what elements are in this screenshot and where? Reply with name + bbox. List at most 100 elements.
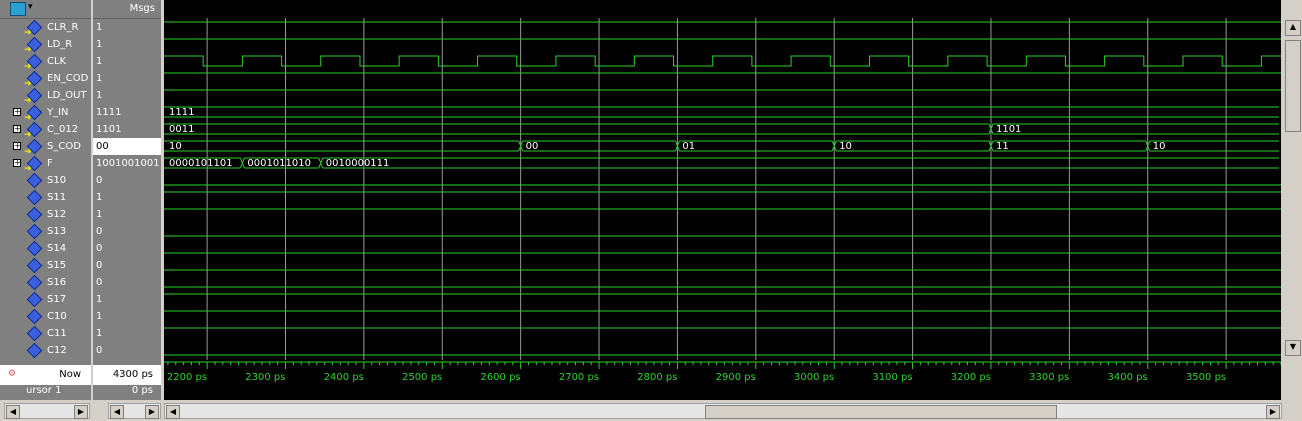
signal-row-s14[interactable]: S14 xyxy=(0,240,91,257)
names-horizontal-scrollbar[interactable]: ◀ ▶ xyxy=(4,403,90,419)
bus-value-label: 0000101101 xyxy=(169,158,233,169)
signal-value-row-ld_out[interactable]: 1 xyxy=(93,87,161,104)
values-header: Msgs xyxy=(93,0,161,19)
signal-value-row-ld_r[interactable]: 1 xyxy=(93,36,161,53)
signal-row-c10[interactable]: C10 xyxy=(0,308,91,325)
signal-value-row-clr_r[interactable]: 1 xyxy=(93,19,161,36)
signal-value-row-s15[interactable]: 0 xyxy=(93,257,161,274)
expand-icon[interactable]: + xyxy=(13,125,21,133)
signal-value: 0 xyxy=(96,345,103,356)
signal-value-row-s12[interactable]: 1 xyxy=(93,206,161,223)
signal-row-f[interactable]: + ➜ F xyxy=(0,155,91,174)
scroll-right-icon[interactable]: ▶ xyxy=(145,405,159,419)
scroll-right-icon[interactable]: ▶ xyxy=(74,405,88,419)
signal-value: 1 xyxy=(96,311,103,322)
signal-value-row-s_cod[interactable]: 00 xyxy=(93,138,161,155)
vertical-scroll-thumb[interactable] xyxy=(1285,40,1301,132)
timeline-ruler[interactable]: 2200 ps 2300 ps 2400 ps 2500 ps 2600 ps 2700 … xyxy=(164,360,1282,400)
cursor-label[interactable]: ursor 1 xyxy=(26,385,61,396)
scroll-left-icon[interactable]: ◀ xyxy=(110,405,124,419)
bus-value-label: 0001011010 xyxy=(247,158,311,169)
signal-row-c12[interactable]: C12 xyxy=(0,342,91,359)
signal-row-s13[interactable]: S13 xyxy=(0,223,91,240)
expand-icon[interactable]: + xyxy=(13,142,21,150)
bus-segment-s_cod: 11 xyxy=(988,140,1146,152)
signal-value-row-s10[interactable]: 0 xyxy=(93,172,161,189)
ruler-tick-label: 2600 ps xyxy=(480,372,520,383)
signal-row-clr_r[interactable]: ➜ CLR_R xyxy=(0,19,91,38)
signal-row-ld_out[interactable]: ➜ LD_OUT xyxy=(0,87,91,106)
waveform-svg[interactable]: 1111 0011 1101 10 00 01 10 11 10 0000101101 000101… xyxy=(164,0,1281,360)
signal-value: 0 xyxy=(96,175,103,186)
signal-value-row-en_cod[interactable]: 1 xyxy=(93,70,161,87)
signal-name: S10 xyxy=(47,175,67,186)
signal-name: C11 xyxy=(47,328,67,339)
signal-name: S17 xyxy=(47,294,67,305)
signal-row-s_cod[interactable]: + ➜ S_COD xyxy=(0,138,91,157)
signal-name: S15 xyxy=(47,260,67,271)
signal-row-clk[interactable]: ➜ CLK xyxy=(0,53,91,72)
signal-value-row-f[interactable]: 1001001001 xyxy=(93,155,161,172)
signal-name: EN_COD xyxy=(47,73,89,84)
expand-icon[interactable]: + xyxy=(13,108,21,116)
signal-diamond-icon xyxy=(26,206,43,223)
expand-icon[interactable]: + xyxy=(13,159,21,167)
signal-name: S16 xyxy=(47,277,67,288)
signal-name: S12 xyxy=(47,209,67,220)
signal-value-row-clk[interactable]: 1 xyxy=(93,53,161,70)
signal-value: 1 xyxy=(96,328,103,339)
signal-value: 1 xyxy=(96,192,103,203)
signal-row-s15[interactable]: S15 xyxy=(0,257,91,274)
scroll-left-icon[interactable]: ◀ xyxy=(166,405,180,419)
bus-value-label: 10 xyxy=(169,141,182,152)
signal-value-row-c_012[interactable]: 1101 xyxy=(93,121,161,138)
signal-row-en_cod[interactable]: ➜ EN_COD xyxy=(0,70,91,89)
signal-value: 1 xyxy=(96,73,103,84)
signal-value-row-c11[interactable]: 1 xyxy=(93,325,161,342)
wave-horizontal-scrollbar[interactable]: ◀ ▶ xyxy=(164,403,1282,419)
chevron-down-icon[interactable]: ▾ xyxy=(28,2,33,12)
vertical-scrollbar[interactable]: ▲ ▼ xyxy=(1283,0,1302,360)
signal-name: S14 xyxy=(47,243,67,254)
signal-row-s12[interactable]: S12 xyxy=(0,206,91,223)
signal-row-s10[interactable]: S10 xyxy=(0,172,91,189)
signal-row-c_012[interactable]: + ➜ C_012 xyxy=(0,121,91,140)
signal-value-row-s11[interactable]: 1 xyxy=(93,189,161,206)
signal-row-y_in[interactable]: + ➜ Y_IN xyxy=(0,104,91,123)
wave-menu-icon[interactable] xyxy=(10,2,26,16)
scroll-down-icon[interactable]: ▼ xyxy=(1285,340,1301,356)
wave-clk xyxy=(164,55,1281,67)
signal-row-ld_r[interactable]: ➜ LD_R xyxy=(0,36,91,55)
signal-value: 1 xyxy=(96,56,103,67)
signal-value-row-s16[interactable]: 0 xyxy=(93,274,161,291)
timeline-svg[interactable]: 2200 ps 2300 ps 2400 ps 2500 ps 2600 ps 2700 … xyxy=(164,360,1282,400)
signal-value-row-s13[interactable]: 0 xyxy=(93,223,161,240)
signal-row-c11[interactable]: C11 xyxy=(0,325,91,342)
horizontal-scroll-thumb[interactable] xyxy=(705,405,1057,419)
signal-value-row-c10[interactable]: 1 xyxy=(93,308,161,325)
values-horizontal-scrollbar[interactable]: ◀ ▶ xyxy=(108,403,161,419)
bus-value-label: 0011 xyxy=(169,124,194,135)
waveform-canvas[interactable]: 1111 0011 1101 10 00 01 10 11 10 0000101101 000101… xyxy=(164,0,1281,360)
ruler-tick-label: 3400 ps xyxy=(1108,372,1148,383)
signal-name: CLK xyxy=(47,56,67,67)
signal-diamond-icon xyxy=(26,223,43,240)
bus-segment-s_cod: 00 xyxy=(518,140,676,152)
scroll-up-icon[interactable]: ▲ xyxy=(1285,20,1301,36)
signal-value-row-s14[interactable]: 0 xyxy=(93,240,161,257)
signal-value-row-y_in[interactable]: 1111 xyxy=(93,104,161,121)
bus-segment-f: 0001011010 xyxy=(239,157,319,169)
signal-row-s16[interactable]: S16 xyxy=(0,274,91,291)
signal-value-row-c12[interactable]: 0 xyxy=(93,342,161,359)
signal-row-s17[interactable]: S17 xyxy=(0,291,91,308)
signal-row-s11[interactable]: S11 xyxy=(0,189,91,206)
ruler-tick-label: 3100 ps xyxy=(872,372,912,383)
signal-name: S_COD xyxy=(47,141,81,152)
now-value: 4300 ps xyxy=(112,369,153,380)
bus-segment-c_012: 0011 xyxy=(164,123,989,135)
signal-name: C12 xyxy=(47,345,67,356)
bus-segment-c_012: 1101 xyxy=(988,123,1279,135)
scroll-left-icon[interactable]: ◀ xyxy=(6,405,20,419)
signal-value-row-s17[interactable]: 1 xyxy=(93,291,161,308)
scroll-right-icon[interactable]: ▶ xyxy=(1266,405,1280,419)
